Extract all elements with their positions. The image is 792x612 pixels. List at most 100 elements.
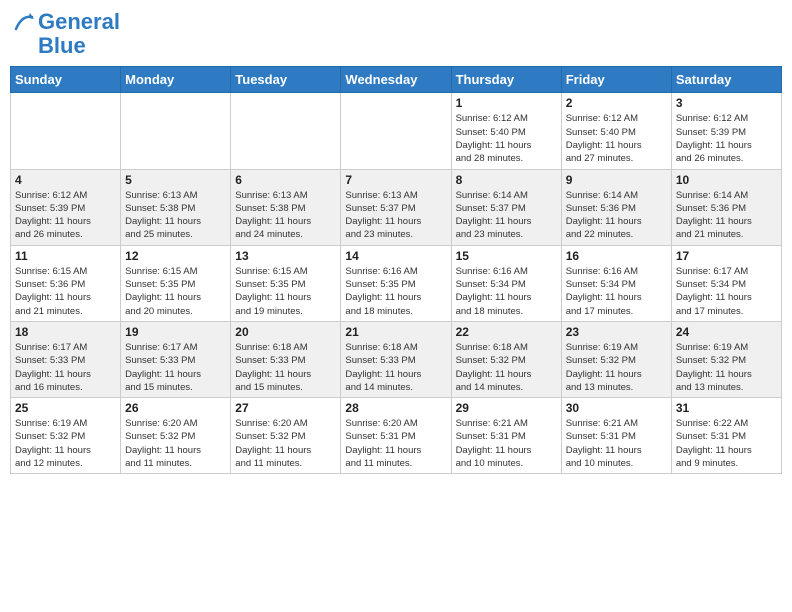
day-number: 26 xyxy=(125,401,226,415)
day-number: 13 xyxy=(235,249,336,263)
calendar-cell: 22 Sunrise: 6:18 AM Sunset: 5:32 PM Dayli… xyxy=(451,321,561,397)
calendar-cell: 17 Sunrise: 6:17 AM Sunset: 5:34 PM Dayli… xyxy=(671,245,781,321)
day-number: 1 xyxy=(456,96,557,110)
calendar-cell: 24 Sunrise: 6:19 AM Sunset: 5:32 PM Dayli… xyxy=(671,321,781,397)
day-info: Sunrise: 6:16 AM Sunset: 5:35 PM Dayligh… xyxy=(345,265,446,318)
day-info: Sunrise: 6:14 AM Sunset: 5:37 PM Dayligh… xyxy=(456,189,557,242)
logo-text-blue: Blue xyxy=(14,34,86,58)
calendar-header-row: SundayMondayTuesdayWednesdayThursdayFrid… xyxy=(11,67,782,93)
calendar-week-1: 1 Sunrise: 6:12 AM Sunset: 5:40 PM Daylig… xyxy=(11,93,782,169)
logo-icon xyxy=(14,11,36,33)
day-info: Sunrise: 6:17 AM Sunset: 5:34 PM Dayligh… xyxy=(676,265,777,318)
day-number: 30 xyxy=(566,401,667,415)
calendar-cell: 9 Sunrise: 6:14 AM Sunset: 5:36 PM Daylig… xyxy=(561,169,671,245)
day-number: 10 xyxy=(676,173,777,187)
day-info: Sunrise: 6:18 AM Sunset: 5:33 PM Dayligh… xyxy=(235,341,336,394)
calendar-cell: 5 Sunrise: 6:13 AM Sunset: 5:38 PM Daylig… xyxy=(121,169,231,245)
calendar-cell: 18 Sunrise: 6:17 AM Sunset: 5:33 PM Dayli… xyxy=(11,321,121,397)
day-info: Sunrise: 6:14 AM Sunset: 5:36 PM Dayligh… xyxy=(566,189,667,242)
day-header-saturday: Saturday xyxy=(671,67,781,93)
day-info: Sunrise: 6:18 AM Sunset: 5:32 PM Dayligh… xyxy=(456,341,557,394)
day-number: 19 xyxy=(125,325,226,339)
day-number: 25 xyxy=(15,401,116,415)
day-number: 27 xyxy=(235,401,336,415)
day-number: 23 xyxy=(566,325,667,339)
page-header: General Blue xyxy=(10,10,782,58)
day-info: Sunrise: 6:17 AM Sunset: 5:33 PM Dayligh… xyxy=(125,341,226,394)
day-number: 22 xyxy=(456,325,557,339)
day-number: 2 xyxy=(566,96,667,110)
day-info: Sunrise: 6:20 AM Sunset: 5:32 PM Dayligh… xyxy=(235,417,336,470)
calendar-cell: 26 Sunrise: 6:20 AM Sunset: 5:32 PM Dayli… xyxy=(121,398,231,474)
day-header-monday: Monday xyxy=(121,67,231,93)
day-header-tuesday: Tuesday xyxy=(231,67,341,93)
day-info: Sunrise: 6:12 AM Sunset: 5:39 PM Dayligh… xyxy=(15,189,116,242)
calendar-cell: 20 Sunrise: 6:18 AM Sunset: 5:33 PM Dayli… xyxy=(231,321,341,397)
day-number: 18 xyxy=(15,325,116,339)
day-number: 31 xyxy=(676,401,777,415)
calendar-cell: 21 Sunrise: 6:18 AM Sunset: 5:33 PM Dayli… xyxy=(341,321,451,397)
day-info: Sunrise: 6:20 AM Sunset: 5:31 PM Dayligh… xyxy=(345,417,446,470)
calendar-cell: 10 Sunrise: 6:14 AM Sunset: 5:36 PM Dayli… xyxy=(671,169,781,245)
calendar-cell: 15Sunrise: 6:16 AM Sunset: 5:34 PM Dayli… xyxy=(451,245,561,321)
day-number: 8 xyxy=(456,173,557,187)
day-number: 9 xyxy=(566,173,667,187)
calendar-week-2: 4 Sunrise: 6:12 AM Sunset: 5:39 PM Daylig… xyxy=(11,169,782,245)
logo-text-general: General xyxy=(38,10,120,34)
day-info: Sunrise: 6:15 AM Sunset: 5:35 PM Dayligh… xyxy=(125,265,226,318)
day-number: 17 xyxy=(676,249,777,263)
day-info: Sunrise: 6:18 AM Sunset: 5:33 PM Dayligh… xyxy=(345,341,446,394)
calendar-cell: 12 Sunrise: 6:15 AM Sunset: 5:35 PM Dayli… xyxy=(121,245,231,321)
calendar-cell xyxy=(11,93,121,169)
calendar-cell xyxy=(341,93,451,169)
day-info: Sunrise: 6:14 AM Sunset: 5:36 PM Dayligh… xyxy=(676,189,777,242)
day-number: 29 xyxy=(456,401,557,415)
day-info: Sunrise: 6:12 AM Sunset: 5:40 PM Dayligh… xyxy=(456,112,557,165)
day-info: Sunrise: 6:13 AM Sunset: 5:38 PM Dayligh… xyxy=(235,189,336,242)
day-info: Sunrise: 6:13 AM Sunset: 5:37 PM Dayligh… xyxy=(345,189,446,242)
calendar-cell: 11 Sunrise: 6:15 AM Sunset: 5:36 PM Dayli… xyxy=(11,245,121,321)
logo: General Blue xyxy=(14,10,120,58)
day-info: Sunrise: 6:16 AM Sunset: 5:34 PM Dayligh… xyxy=(566,265,667,318)
calendar-cell: 2 Sunrise: 6:12 AM Sunset: 5:40 PM Daylig… xyxy=(561,93,671,169)
day-header-wednesday: Wednesday xyxy=(341,67,451,93)
day-number: 3 xyxy=(676,96,777,110)
calendar-cell: 3 Sunrise: 6:12 AM Sunset: 5:39 PM Daylig… xyxy=(671,93,781,169)
calendar-cell: 29Sunrise: 6:21 AM Sunset: 5:31 PM Dayli… xyxy=(451,398,561,474)
day-number: 5 xyxy=(125,173,226,187)
day-info: Sunrise: 6:19 AM Sunset: 5:32 PM Dayligh… xyxy=(15,417,116,470)
calendar-cell: 7 Sunrise: 6:13 AM Sunset: 5:37 PM Daylig… xyxy=(341,169,451,245)
day-info: Sunrise: 6:19 AM Sunset: 5:32 PM Dayligh… xyxy=(676,341,777,394)
day-info: Sunrise: 6:17 AM Sunset: 5:33 PM Dayligh… xyxy=(15,341,116,394)
day-info: Sunrise: 6:16 AM Sunset: 5:34 PM Dayligh… xyxy=(456,265,557,318)
calendar-cell: 25 Sunrise: 6:19 AM Sunset: 5:32 PM Dayli… xyxy=(11,398,121,474)
calendar-cell: 28 Sunrise: 6:20 AM Sunset: 5:31 PM Dayli… xyxy=(341,398,451,474)
day-info: Sunrise: 6:13 AM Sunset: 5:38 PM Dayligh… xyxy=(125,189,226,242)
calendar-cell: 31Sunrise: 6:22 AM Sunset: 5:31 PM Dayli… xyxy=(671,398,781,474)
calendar-cell: 27 Sunrise: 6:20 AM Sunset: 5:32 PM Dayli… xyxy=(231,398,341,474)
day-info: Sunrise: 6:12 AM Sunset: 5:39 PM Dayligh… xyxy=(676,112,777,165)
day-header-friday: Friday xyxy=(561,67,671,93)
calendar-cell: 8 Sunrise: 6:14 AM Sunset: 5:37 PM Daylig… xyxy=(451,169,561,245)
day-header-thursday: Thursday xyxy=(451,67,561,93)
day-number: 4 xyxy=(15,173,116,187)
day-number: 11 xyxy=(15,249,116,263)
day-header-sunday: Sunday xyxy=(11,67,121,93)
day-number: 7 xyxy=(345,173,446,187)
day-number: 20 xyxy=(235,325,336,339)
calendar-table: SundayMondayTuesdayWednesdayThursdayFrid… xyxy=(10,66,782,474)
day-number: 21 xyxy=(345,325,446,339)
day-info: Sunrise: 6:12 AM Sunset: 5:40 PM Dayligh… xyxy=(566,112,667,165)
calendar-week-5: 25 Sunrise: 6:19 AM Sunset: 5:32 PM Dayli… xyxy=(11,398,782,474)
calendar-cell: 23Sunrise: 6:19 AM Sunset: 5:32 PM Dayli… xyxy=(561,321,671,397)
calendar-cell xyxy=(121,93,231,169)
day-info: Sunrise: 6:15 AM Sunset: 5:35 PM Dayligh… xyxy=(235,265,336,318)
calendar-week-3: 11 Sunrise: 6:15 AM Sunset: 5:36 PM Dayli… xyxy=(11,245,782,321)
calendar-cell: 16Sunrise: 6:16 AM Sunset: 5:34 PM Dayli… xyxy=(561,245,671,321)
day-info: Sunrise: 6:15 AM Sunset: 5:36 PM Dayligh… xyxy=(15,265,116,318)
day-number: 28 xyxy=(345,401,446,415)
day-info: Sunrise: 6:20 AM Sunset: 5:32 PM Dayligh… xyxy=(125,417,226,470)
calendar-week-4: 18 Sunrise: 6:17 AM Sunset: 5:33 PM Dayli… xyxy=(11,321,782,397)
day-number: 12 xyxy=(125,249,226,263)
day-number: 24 xyxy=(676,325,777,339)
